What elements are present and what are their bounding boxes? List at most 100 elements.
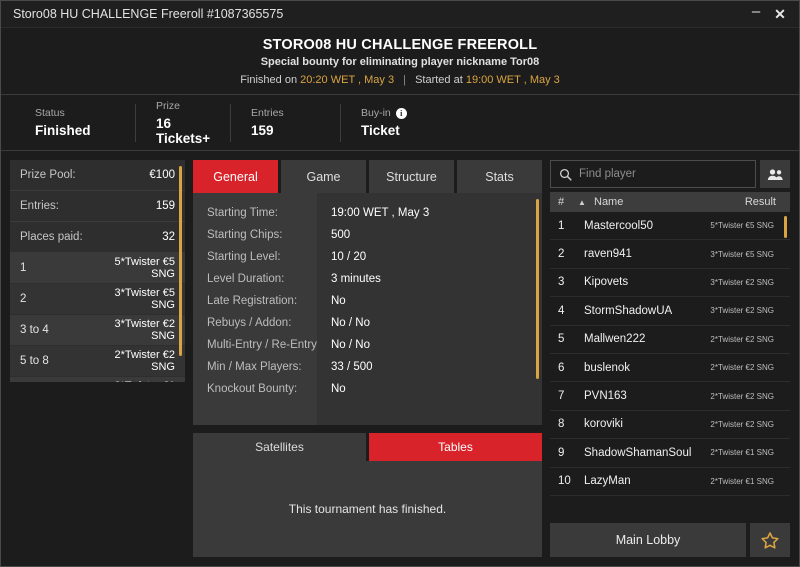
info-icon[interactable]: i: [396, 108, 407, 119]
player-result: 2*Twister €2 SNG: [710, 420, 782, 429]
player-row[interactable]: 10 LazyMan 2*Twister €1 SNG: [550, 468, 790, 496]
player-list-header: # ▲ Name Result: [550, 192, 790, 212]
tournament-header: STORO08 HU CHALLENGE FREEROLL Special bo…: [1, 28, 799, 95]
tab-tables[interactable]: Tables: [369, 433, 542, 461]
payout-row[interactable]: 3 to 4 3*Twister €2 SNG: [10, 315, 185, 346]
bottom-message: This tournament has finished.: [289, 502, 446, 516]
search-input[interactable]: [579, 168, 747, 180]
window-controls: – ✕: [745, 3, 791, 25]
people-icon: [767, 168, 784, 181]
stat-buyin-value: Ticket: [361, 123, 430, 138]
tab-stats[interactable]: Stats: [457, 160, 542, 193]
places-paid-value: 32: [162, 231, 175, 243]
detail-tabs: General Game Structure Stats: [193, 160, 542, 193]
detail-value: 3 minutes: [317, 268, 542, 290]
bottom-tabs: Satellites Tables: [193, 433, 542, 461]
stat-prize-value: 16 Tickets+: [156, 116, 210, 146]
prize-summary-row: Prize Pool: €100: [10, 160, 185, 191]
player-rank: 7: [558, 390, 584, 402]
detail-label: Min / Max Players:: [193, 356, 317, 378]
main-lobby-button[interactable]: Main Lobby: [550, 523, 746, 557]
stat-buyin-label-text: Buy-in: [361, 107, 391, 119]
player-row[interactable]: 1 Mastercool50 5*Twister €5 SNG: [550, 212, 790, 240]
player-name: raven941: [584, 248, 710, 260]
player-row[interactable]: 5 Mallwen222 2*Twister €2 SNG: [550, 326, 790, 354]
tournament-times: Finished on 20:20 WET , May 3 | Started …: [1, 74, 799, 86]
player-name: Mastercool50: [584, 220, 710, 232]
search-icon: [559, 168, 572, 181]
payout-award: 2*Twister €2 SNG: [92, 349, 175, 373]
payout-place: 3 to 4: [20, 324, 92, 336]
payout-place: 5 to 8: [20, 355, 92, 367]
tab-satellites[interactable]: Satellites: [193, 433, 366, 461]
player-row[interactable]: 8 koroviki 2*Twister €2 SNG: [550, 411, 790, 439]
detail-label: Starting Level:: [193, 246, 317, 268]
player-row[interactable]: 6 buslenok 2*Twister €2 SNG: [550, 354, 790, 382]
tournament-lobby-window: Storo08 HU CHALLENGE Freeroll #108736557…: [0, 0, 800, 567]
detail-value: 33 / 500: [317, 356, 542, 378]
player-row[interactable]: 2 raven941 3*Twister €5 SNG: [550, 240, 790, 268]
title-bar: Storo08 HU CHALLENGE Freeroll #108736557…: [1, 1, 799, 28]
column-header-num[interactable]: #: [558, 196, 578, 208]
stat-buyin: Buy-in i Ticket: [340, 104, 450, 142]
player-result: 3*Twister €5 SNG: [710, 250, 782, 259]
detail-value: No / No: [317, 334, 542, 356]
payout-award: 3*Twister €5 SNG: [92, 287, 175, 311]
column-header-name[interactable]: Name: [594, 196, 745, 208]
tab-game[interactable]: Game: [281, 160, 366, 193]
player-row[interactable]: 3 Kipovets 3*Twister €2 SNG: [550, 269, 790, 297]
tab-general[interactable]: General: [193, 160, 278, 193]
column-header-result[interactable]: Result: [745, 196, 782, 208]
prize-entries-label: Entries:: [20, 200, 156, 212]
player-name: LazyMan: [584, 475, 710, 487]
payout-row[interactable]: 2 3*Twister €5 SNG: [10, 284, 185, 315]
search-row: [550, 160, 790, 188]
time-divider: |: [397, 74, 412, 86]
favorite-button[interactable]: [750, 523, 790, 557]
player-list[interactable]: 1 Mastercool50 5*Twister €5 SNG 2 raven9…: [550, 212, 790, 518]
tab-structure[interactable]: Structure: [369, 160, 454, 193]
prize-entries-value: 159: [156, 200, 175, 212]
stat-status: Status Finished: [15, 104, 135, 142]
payout-award: 3*Twister €2 SNG: [92, 318, 175, 342]
close-button[interactable]: ✕: [769, 3, 791, 25]
minimize-button[interactable]: –: [745, 3, 767, 25]
prize-column: Prize Pool: €100 Entries: 159 Places pai…: [10, 160, 185, 557]
payout-place: 1: [20, 262, 92, 274]
details-scrollbar[interactable]: [536, 199, 539, 379]
player-result: 2*Twister €2 SNG: [710, 392, 782, 401]
sort-ascending-icon[interactable]: ▲: [578, 198, 594, 207]
detail-label: Level Duration:: [193, 268, 317, 290]
started-label: Started at: [415, 74, 463, 86]
player-result: 5*Twister €5 SNG: [710, 221, 782, 230]
prize-panel-scrollbar[interactable]: [179, 166, 182, 356]
detail-label: Multi-Entry / Re-Entry:: [193, 334, 317, 356]
detail-label: Late Registration:: [193, 290, 317, 312]
prize-pool-value: €100: [149, 169, 175, 181]
people-button[interactable]: [760, 160, 790, 188]
lobby-row: Main Lobby: [550, 523, 790, 557]
player-result: 2*Twister €1 SNG: [710, 448, 782, 457]
stat-entries-label: Entries: [251, 107, 320, 119]
player-rank: 6: [558, 362, 584, 374]
detail-value: No: [317, 290, 542, 312]
player-row[interactable]: 7 PVN163 2*Twister €2 SNG: [550, 382, 790, 410]
payout-row[interactable]: 1 5*Twister €5 SNG: [10, 253, 185, 284]
player-result: 2*Twister €2 SNG: [710, 335, 782, 344]
player-row[interactable]: 4 StormShadowUA 3*Twister €2 SNG: [550, 297, 790, 325]
player-result: 2*Twister €2 SNG: [710, 363, 782, 372]
started-time: 19:00 WET , May 3: [466, 74, 560, 86]
detail-value: No: [317, 378, 542, 400]
stat-prize-label: Prize: [156, 100, 210, 112]
window-title: Storo08 HU CHALLENGE Freeroll #108736557…: [13, 7, 745, 21]
payout-row[interactable]: 5 to 8 2*Twister €2 SNG: [10, 346, 185, 377]
prize-pool-panel: Prize Pool: €100 Entries: 159 Places pai…: [10, 160, 185, 382]
detail-value: 19:00 WET , May 3: [317, 202, 542, 224]
player-name: StormShadowUA: [584, 305, 710, 317]
stat-prize: Prize 16 Tickets+: [135, 104, 230, 142]
stat-entries-value: 159: [251, 123, 320, 138]
player-list-scrollbar[interactable]: [784, 216, 787, 238]
payout-row[interactable]: 9 to 16 2*Twister €1 SNG: [10, 377, 185, 382]
search-box[interactable]: [550, 160, 756, 188]
player-row[interactable]: 9 ShadowShamanSoul 2*Twister €1 SNG: [550, 439, 790, 467]
